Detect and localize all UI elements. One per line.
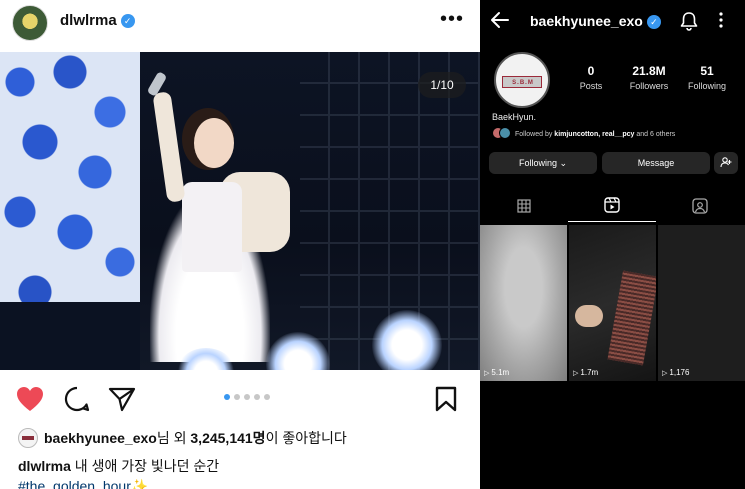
kebab-icon[interactable] [718, 10, 724, 35]
post-author-name-row[interactable]: dlwlrma ✓ [60, 12, 135, 29]
more-icon[interactable]: ••• [440, 8, 464, 31]
reel-view-count: ▷ 1.7m [573, 368, 598, 377]
likes-count[interactable]: 3,245,141명 [190, 430, 265, 446]
following-button-label: Following [518, 158, 557, 168]
reels-grid: ▷ 5.1m ▷ 1.7m ▷ 1,176 [480, 225, 745, 381]
reel-thumbnail[interactable]: ▷ 5.1m [480, 225, 567, 381]
reels-icon [604, 197, 620, 218]
post-author-avatar[interactable] [12, 5, 48, 41]
tab-reels[interactable] [568, 194, 656, 222]
post-image[interactable]: 1/10 [0, 52, 480, 370]
tab-posts[interactable] [480, 194, 568, 222]
reel-thumbnail[interactable]: ▷ 1.7m [569, 225, 656, 381]
caption-username[interactable]: dlwlrma [18, 458, 71, 474]
profile-username: baekhyunee_exo [530, 13, 643, 29]
reel-views: 1,176 [669, 368, 690, 377]
profile-tabs [480, 194, 745, 222]
carousel-dot[interactable] [264, 394, 270, 400]
grid-icon [517, 198, 531, 218]
stat-number: 0 [587, 64, 595, 78]
followed-by[interactable]: Followed by kimjuncotton, real__pcy and … [492, 127, 675, 139]
stat-number: 21.8M [632, 64, 666, 78]
add-user-button[interactable] [714, 152, 738, 174]
caption-text: 내 생애 가장 빛나던 순간 [70, 458, 220, 474]
carousel-dot[interactable] [244, 394, 250, 400]
bell-icon[interactable] [680, 11, 698, 36]
likes-text-pre: 님 외 [156, 430, 191, 446]
post-author-username[interactable]: dlwlrma [60, 12, 117, 29]
post-caption: dlwlrma 내 생애 가장 빛나던 순간 [18, 456, 219, 476]
stat-posts[interactable]: 0 Posts [566, 64, 616, 91]
mutual-avatar [499, 127, 511, 139]
reel-view-count: ▷ 5.1m [484, 368, 509, 377]
stat-label: Followers [629, 81, 669, 91]
post-actions [0, 372, 480, 422]
heart-icon[interactable] [16, 386, 44, 417]
reel-views: 5.1m [491, 368, 510, 377]
likes-text-post: 이 좋아합니다 [265, 430, 347, 446]
liker-username[interactable]: baekhyunee_exo [44, 430, 157, 446]
play-icon: ▷ [573, 370, 579, 377]
add-user-icon [720, 157, 732, 168]
following-button[interactable]: Following ⌄ [489, 152, 597, 174]
followed-by-suffix: and 6 others [634, 131, 676, 138]
followed-by-prefix: Followed by [515, 131, 555, 138]
profile-display-name: BaekHyun. [492, 112, 537, 122]
profile-username-row: baekhyunee_exo ✓ [530, 13, 661, 29]
carousel-page-counter: 1/10 [418, 72, 466, 98]
stat-number: 51 [700, 64, 714, 78]
instagram-profile: baekhyunee_exo ✓ S.B.M 0 Posts 21.8M Foll… [480, 0, 745, 489]
post-header: dlwlrma ✓ ••• [0, 0, 480, 52]
verified-badge-icon: ✓ [120, 14, 135, 28]
verified-badge-icon: ✓ [646, 15, 661, 29]
carousel-dot[interactable] [224, 394, 230, 400]
stat-label: Following [687, 81, 727, 91]
stat-followers[interactable]: 21.8M Followers [624, 64, 674, 91]
liker-avatar [18, 428, 38, 448]
message-button[interactable]: Message [602, 152, 710, 174]
stat-label: Posts [579, 81, 603, 91]
carousel-dot[interactable] [234, 394, 240, 400]
stat-following[interactable]: 51 Following [682, 64, 732, 91]
post-hashtag[interactable]: #the_golden_hour✨ [18, 478, 148, 489]
bookmark-icon[interactable] [434, 386, 458, 417]
carousel-dots [224, 394, 270, 400]
followed-by-names: kimjuncotton, real__pcy [554, 131, 635, 138]
profile-header: baekhyunee_exo ✓ [480, 0, 745, 44]
comment-icon[interactable] [64, 386, 90, 417]
reel-thumbnail[interactable]: ▷ 1,176 [658, 225, 745, 381]
back-arrow-icon[interactable] [490, 10, 510, 35]
chevron-down-icon: ⌄ [559, 158, 568, 168]
avatar-logo-text: S.B.M [512, 80, 534, 86]
tab-tagged[interactable] [656, 194, 744, 222]
reel-view-count: ▷ 1,176 [662, 368, 689, 377]
singer [194, 118, 234, 168]
reel-views: 1.7m [580, 368, 599, 377]
play-icon: ▷ [484, 370, 490, 377]
profile-avatar[interactable]: S.B.M [494, 52, 550, 108]
share-icon[interactable] [108, 386, 136, 417]
tagged-icon [692, 197, 708, 219]
carousel-dot[interactable] [254, 394, 260, 400]
message-button-label: Message [637, 158, 675, 168]
likes-summary[interactable]: baekhyunee_exo님 외 3,245,141명이 좋아합니다 [18, 428, 347, 448]
play-icon: ▷ [662, 370, 668, 377]
instagram-post: dlwlrma ✓ ••• 1/10 baekhyunee_exo님 외 3,2… [0, 0, 480, 489]
